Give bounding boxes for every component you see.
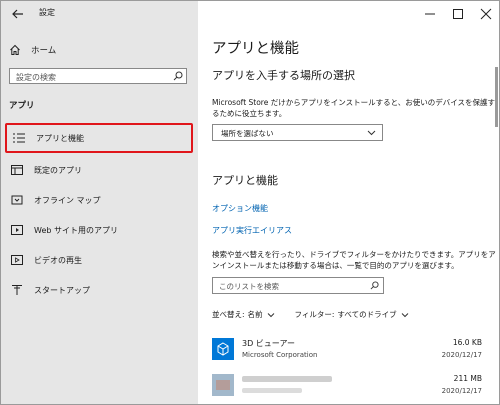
sort-filter-bar: 並べ替え: 名前 フィルター: すべてのドライブ xyxy=(212,309,409,320)
app-list-search-input[interactable]: このリストを検索 xyxy=(212,277,384,294)
apps-list-description: 検索や並べ替えを行ったり、ドライブでフィルターをかけたりできます。アプリをアンイ… xyxy=(212,250,496,270)
video-icon xyxy=(11,255,23,265)
app-date: 2020/12/17 xyxy=(441,387,482,395)
install-source-heading: アプリを入手する場所の選択 xyxy=(212,69,355,82)
app-size: 211 MB xyxy=(453,374,482,383)
apps-features-heading: アプリと機能 xyxy=(212,174,278,187)
chevron-down-icon xyxy=(401,312,408,317)
settings-search-placeholder: 設定の検索 xyxy=(16,73,56,82)
list-item[interactable]: 3D ビューアー Microsoft Corporation 16.0 KB 2… xyxy=(212,336,482,366)
sidebar-item-label: Web サイト用のアプリ xyxy=(34,225,118,235)
blurred-app-publisher xyxy=(242,388,302,393)
app-date: 2020/12/17 xyxy=(441,351,482,359)
search-icon xyxy=(370,281,379,290)
sort-dropdown[interactable]: 名前 xyxy=(248,309,263,320)
filter-label: フィルター: xyxy=(294,310,335,319)
sidebar-item-label: アプリと機能 xyxy=(36,133,84,143)
sidebar-home[interactable]: ホーム xyxy=(9,41,56,59)
window-title: 設定 xyxy=(39,8,55,17)
chevron-down-icon xyxy=(267,312,274,317)
sidebar-item-label: スタートアップ xyxy=(34,285,90,295)
3d-viewer-app-icon xyxy=(212,338,234,360)
sidebar-item-label: 既定のアプリ xyxy=(34,165,82,175)
sidebar-item-label: オフライン マップ xyxy=(34,195,101,205)
app-execution-aliases-link[interactable]: アプリ実行エイリアス xyxy=(212,225,292,236)
install-source-dropdown[interactable]: 場所を選ばない xyxy=(212,124,383,141)
filter-dropdown[interactable]: すべてのドライブ xyxy=(337,309,396,320)
chevron-down-icon xyxy=(367,130,376,136)
default-apps-icon xyxy=(11,165,23,175)
offline-maps-icon xyxy=(11,195,23,205)
sidebar-item-apps-features[interactable]: アプリと機能 xyxy=(5,123,193,153)
minimize-icon[interactable] xyxy=(419,3,441,25)
settings-search-input[interactable]: 設定の検索 xyxy=(9,68,187,84)
app-publisher: Microsoft Corporation xyxy=(242,351,318,359)
sidebar-item-startup[interactable]: スタートアップ xyxy=(5,275,193,305)
sidebar-item-video-playback[interactable]: ビデオの再生 xyxy=(5,245,193,275)
section-label: アプリ xyxy=(9,101,35,111)
close-icon[interactable] xyxy=(475,3,497,25)
maximize-icon[interactable] xyxy=(447,3,469,25)
optional-features-link[interactable]: オプション機能 xyxy=(212,203,268,214)
install-source-value: 場所を選ばない xyxy=(221,129,274,138)
home-label: ホーム xyxy=(31,46,57,56)
back-arrow-icon[interactable] xyxy=(9,5,27,23)
sidebar: ホーム 設定の検索 アプリ アプリと機能 既定のアプリ オフライン マップ We… xyxy=(1,27,198,404)
list-icon xyxy=(13,133,25,143)
blurred-app-icon xyxy=(212,374,234,396)
scrollbar[interactable] xyxy=(495,67,498,127)
title-bar: 設定 xyxy=(1,1,499,27)
title-bar-left xyxy=(1,1,198,27)
app-size: 16.0 KB xyxy=(452,338,482,347)
app-list-search-placeholder: このリストを検索 xyxy=(219,282,279,291)
list-item[interactable]: 211 MB 2020/12/17 xyxy=(212,372,482,402)
app-name: 3D ビューアー xyxy=(242,339,295,348)
sort-label: 並べ替え: xyxy=(212,310,245,319)
startup-icon xyxy=(12,285,22,295)
home-icon xyxy=(10,44,20,55)
sidebar-item-default-apps[interactable]: 既定のアプリ xyxy=(5,155,193,185)
page-title: アプリと機能 xyxy=(212,41,299,57)
sidebar-item-offline-maps[interactable]: オフライン マップ xyxy=(5,185,193,215)
blurred-app-name xyxy=(242,376,332,382)
web-apps-icon xyxy=(11,225,23,235)
main-content: アプリと機能 アプリを入手する場所の選択 Microsoft Store だけか… xyxy=(198,27,499,404)
install-source-description: Microsoft Store だけからアプリをインストールすると、お使いのデバ… xyxy=(212,98,496,118)
sidebar-item-label: ビデオの再生 xyxy=(34,255,82,265)
sidebar-item-web-apps[interactable]: Web サイト用のアプリ xyxy=(5,215,193,245)
search-icon xyxy=(173,71,183,81)
